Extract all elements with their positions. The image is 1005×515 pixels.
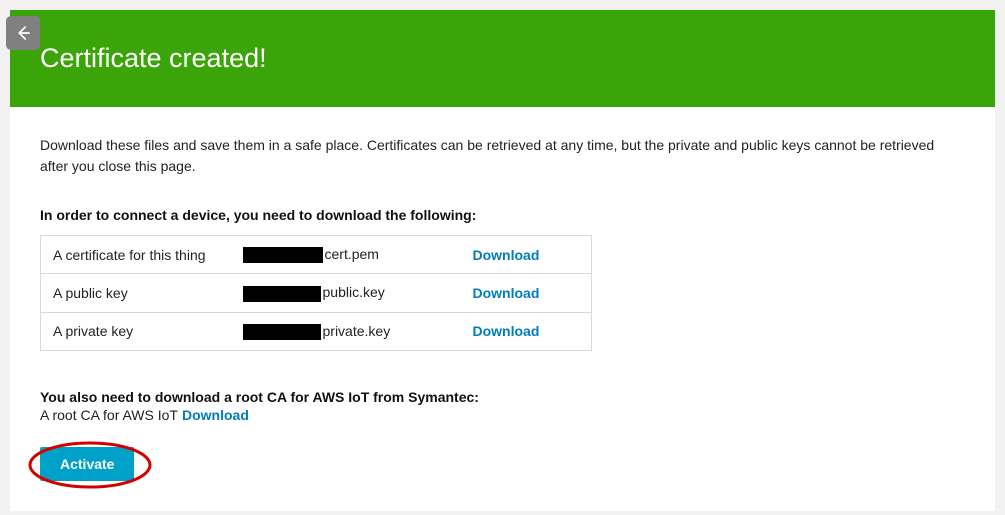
download-link[interactable]: Download <box>473 285 540 301</box>
download-link[interactable]: Download <box>473 323 540 339</box>
content-panel: Download these files and save them in a … <box>10 107 995 511</box>
arrow-left-icon <box>14 24 32 42</box>
files-table: A certificate for this thing cert.pem Do… <box>40 235 592 351</box>
file-desc: A certificate for this thing <box>41 236 231 274</box>
redacted-block <box>243 324 321 340</box>
table-row: A certificate for this thing cert.pem Do… <box>41 236 592 274</box>
download-link[interactable]: Download <box>473 247 540 263</box>
back-button[interactable] <box>6 16 40 50</box>
file-name: private.key <box>231 312 461 350</box>
page: Certificate created! Download these file… <box>0 10 1005 515</box>
file-desc: A private key <box>41 312 231 350</box>
file-name: cert.pem <box>231 236 461 274</box>
table-row: A private key private.key Download <box>41 312 592 350</box>
intro-text: Download these files and save them in a … <box>40 135 965 177</box>
page-title: Certificate created! <box>40 43 267 74</box>
root-ca-block: You also need to download a root CA for … <box>40 389 965 423</box>
redacted-block <box>243 247 323 263</box>
redacted-block <box>243 286 321 302</box>
activate-button[interactable]: Activate <box>40 447 134 481</box>
header-banner: Certificate created! <box>10 10 995 107</box>
root-ca-download-link[interactable]: Download <box>182 407 249 423</box>
activate-wrap: Activate <box>40 447 134 481</box>
root-ca-line: A root CA for AWS IoTDownload <box>40 407 965 423</box>
table-row: A public key public.key Download <box>41 274 592 312</box>
download-heading: In order to connect a device, you need t… <box>40 207 965 223</box>
file-name: public.key <box>231 274 461 312</box>
root-ca-heading: You also need to download a root CA for … <box>40 389 965 405</box>
file-desc: A public key <box>41 274 231 312</box>
